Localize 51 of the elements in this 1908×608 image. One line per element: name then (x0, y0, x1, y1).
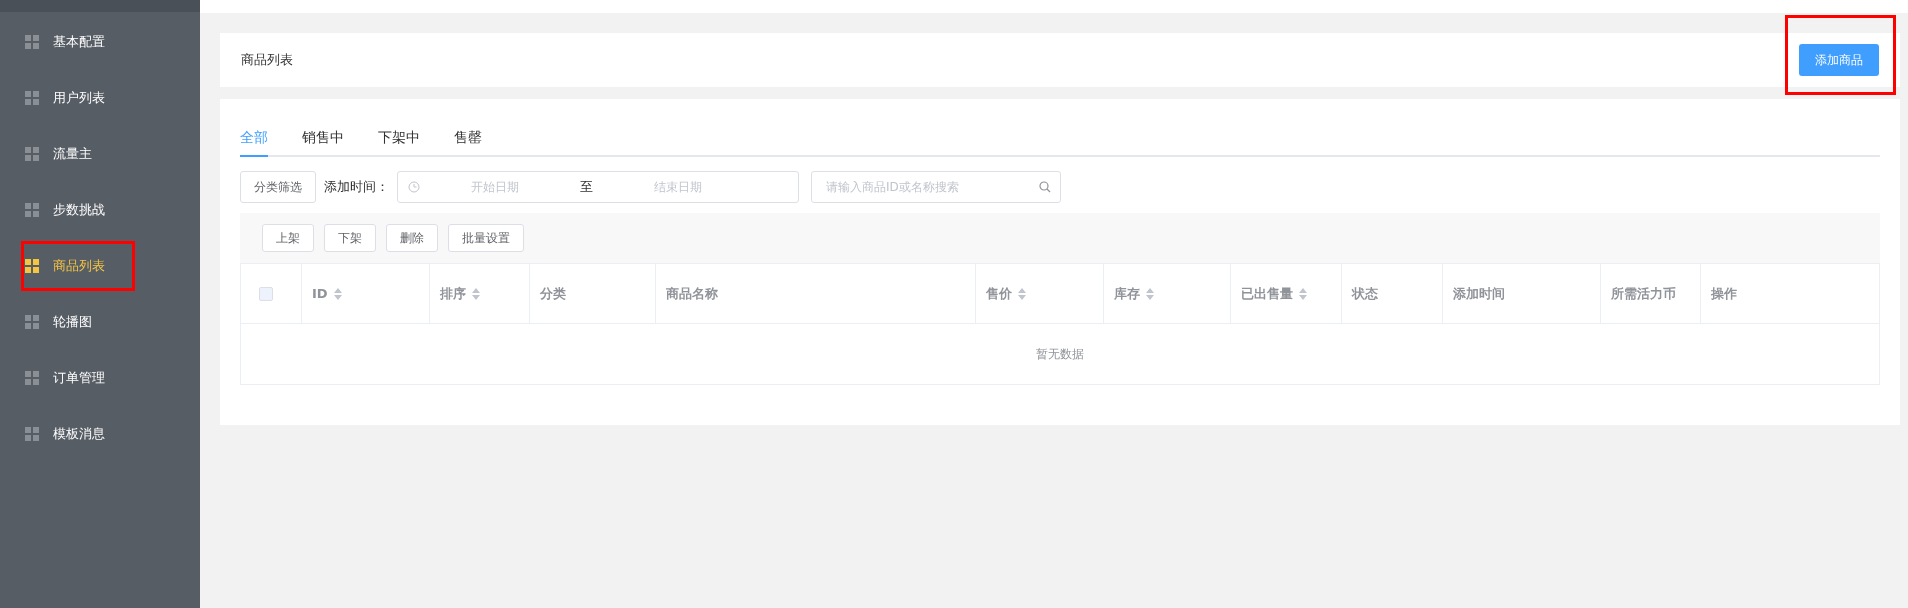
grid-icon (25, 91, 39, 105)
sort-icon[interactable] (1299, 287, 1307, 300)
sidebar-item[interactable]: 流量主 (0, 126, 200, 182)
sort-icon[interactable] (1018, 287, 1026, 300)
grid-icon (25, 371, 39, 385)
grid-icon (25, 259, 39, 273)
sort-icon[interactable] (1146, 287, 1154, 300)
search-field[interactable]: 请输入商品ID或名称搜索 (811, 171, 1061, 203)
search-icon[interactable] (1039, 181, 1051, 193)
grid-icon (25, 203, 39, 217)
sort-icon[interactable] (472, 287, 480, 300)
date-range-field[interactable]: 开始日期 至 结束日期 (397, 171, 799, 203)
range-separator: 至 (579, 178, 594, 196)
column-header: 售价 (986, 284, 1012, 303)
sidebar-item[interactable]: 模板消息 (0, 406, 200, 462)
grid-icon (25, 315, 39, 329)
column-header: 排序 (440, 284, 466, 303)
page-title: 商品列表 (241, 51, 293, 69)
tab[interactable]: 销售中 (302, 121, 344, 157)
sidebar-item[interactable]: 商品列表 (0, 238, 200, 294)
column-header: 操作 (1711, 284, 1737, 303)
tab[interactable]: 下架中 (378, 121, 420, 157)
end-date-field[interactable]: 结束日期 (603, 179, 753, 195)
empty-text: 暂无数据 (1036, 345, 1084, 363)
category-filter-button[interactable]: 分类筛选 (240, 171, 316, 203)
column-header: 所需活力币 (1611, 284, 1676, 303)
column-header: 分类 (540, 284, 566, 303)
tab[interactable]: 售罄 (454, 121, 482, 157)
grid-icon (25, 147, 39, 161)
column-header: 已出售量 (1241, 284, 1293, 303)
action-button[interactable]: 下架 (324, 224, 376, 252)
column-header: 状态 (1352, 284, 1378, 303)
sidebar-item[interactable]: 步数挑战 (0, 182, 200, 238)
grid-icon (25, 427, 39, 441)
sort-icon[interactable] (333, 287, 342, 300)
start-date-field[interactable]: 开始日期 (420, 179, 570, 195)
column-header: 库存 (1114, 284, 1140, 303)
sidebar-item[interactable]: 基本配置 (0, 14, 200, 70)
sidebar-item[interactable]: 订单管理 (0, 350, 200, 406)
column-header: 商品名称 (666, 284, 718, 303)
column-header: 添加时间 (1453, 284, 1505, 303)
action-button[interactable]: 上架 (262, 224, 314, 252)
select-all-checkbox[interactable] (259, 286, 273, 301)
sidebar-item[interactable]: 轮播图 (0, 294, 200, 350)
action-button[interactable]: 批量设置 (448, 224, 524, 252)
clock-icon (408, 181, 420, 193)
grid-icon (25, 35, 39, 49)
sidebar-item[interactable]: 用户列表 (0, 70, 200, 126)
column-header: ID (312, 286, 328, 301)
date-label: 添加时间： (324, 178, 389, 196)
action-button[interactable]: 删除 (386, 224, 438, 252)
